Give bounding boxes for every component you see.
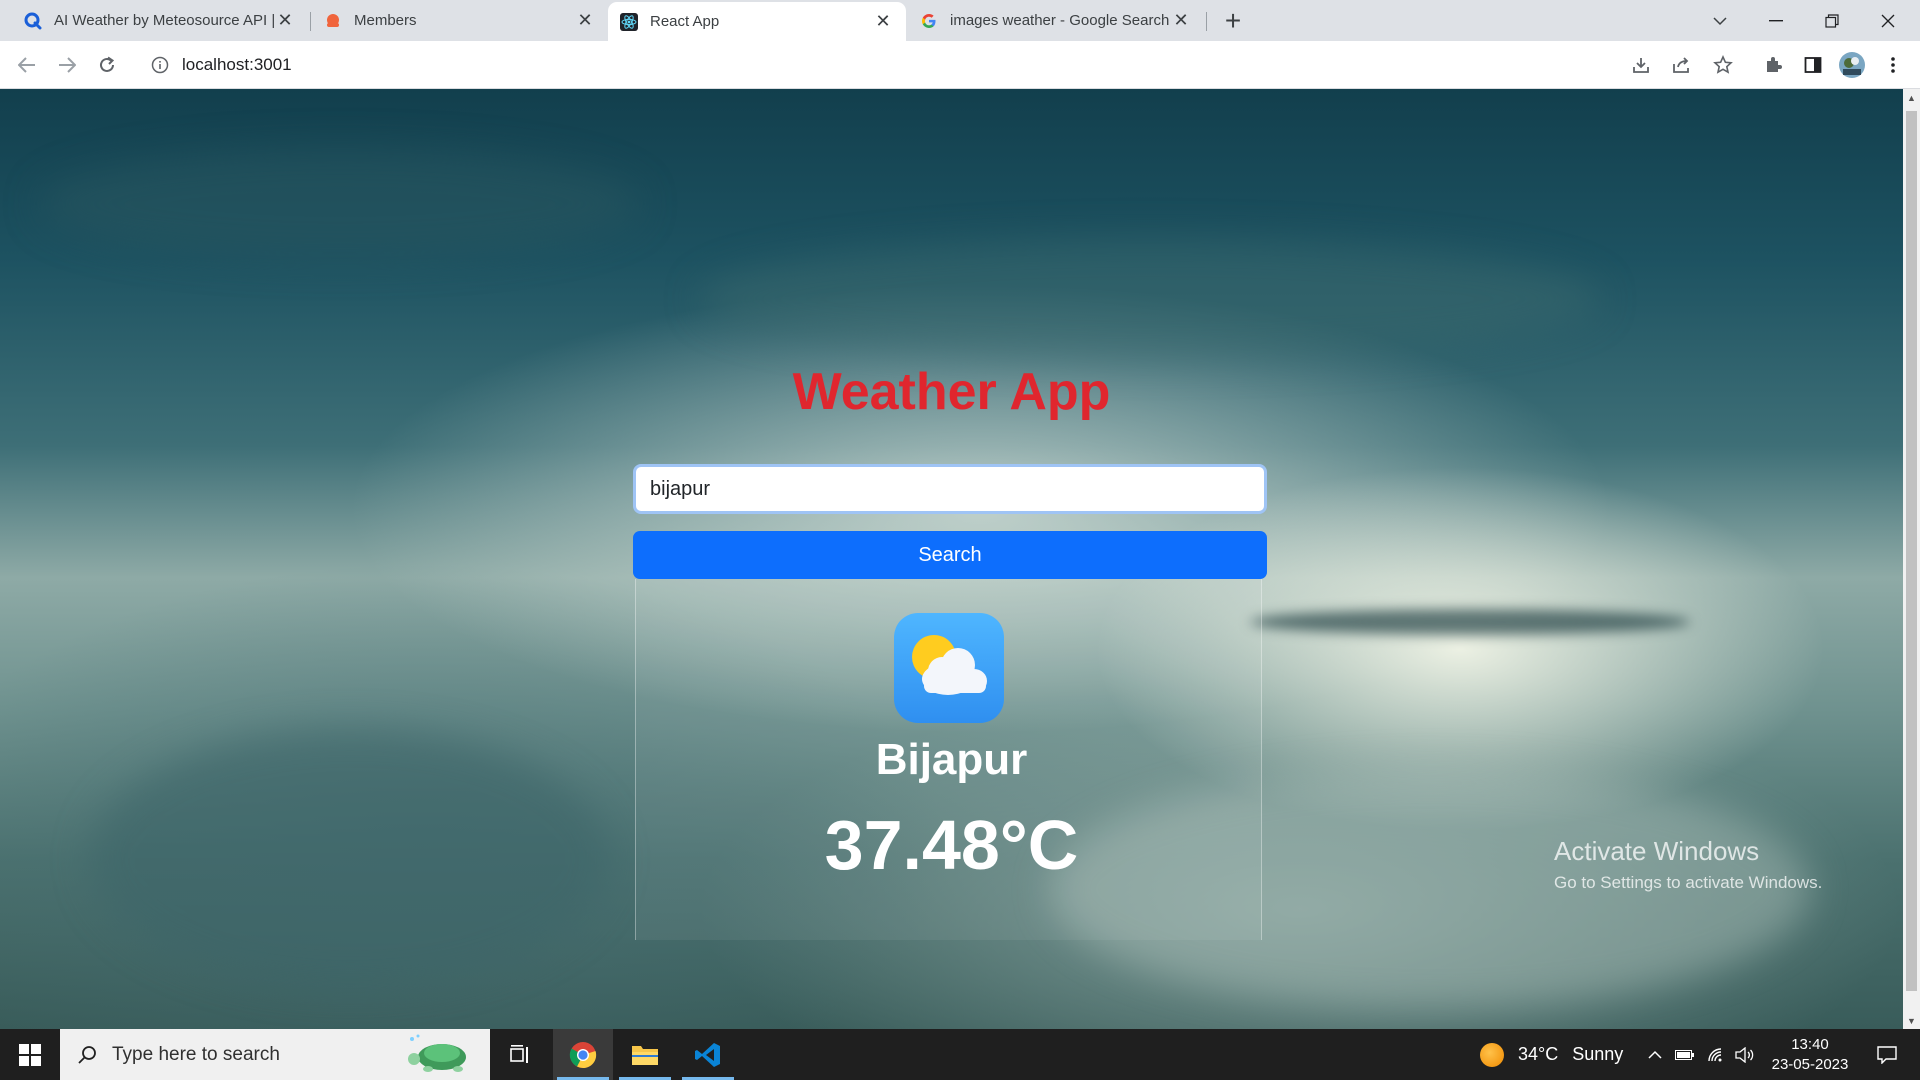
close-window-button[interactable]: [1860, 0, 1916, 41]
new-tab-button[interactable]: +: [1218, 5, 1248, 36]
weather-temp: 34°C: [1518, 1044, 1559, 1064]
sun-behind-cloud-icon: [894, 613, 1004, 723]
notifications-icon[interactable]: [1862, 1029, 1912, 1080]
tab-meteosource[interactable]: AI Weather by Meteosource API | ✕: [12, 0, 308, 41]
tab-title: AI Weather by Meteosource API |: [54, 12, 274, 29]
minimize-button[interactable]: [1748, 0, 1804, 41]
search-button[interactable]: Search: [633, 531, 1267, 579]
close-icon[interactable]: ✕: [274, 10, 296, 32]
tab-search-chevron-icon[interactable]: [1692, 0, 1748, 41]
volume-icon[interactable]: [1732, 1029, 1758, 1080]
battery-icon[interactable]: [1672, 1029, 1698, 1080]
background-cloud: [700, 239, 1600, 359]
task-view-icon[interactable]: [490, 1029, 550, 1080]
browser-toolbar: localhost:3001: [0, 41, 1920, 89]
close-icon[interactable]: ✕: [872, 11, 894, 33]
back-icon[interactable]: [12, 50, 42, 80]
url-text: localhost:3001: [182, 55, 292, 74]
taskbar-weather-widget[interactable]: 34°C Sunny: [1480, 1029, 1623, 1080]
address-bar[interactable]: localhost:3001: [140, 46, 1600, 84]
weather-condition: Sunny: [1572, 1044, 1624, 1064]
meteosource-q-icon: [24, 12, 42, 30]
tab-title: React App: [650, 13, 720, 30]
extensions-puzzle-icon[interactable]: [1760, 52, 1786, 78]
close-icon[interactable]: ✕: [574, 10, 596, 32]
watermark-title: Activate Windows: [1554, 836, 1760, 866]
tab-separator: [1206, 12, 1207, 31]
sun-icon: [1480, 1042, 1504, 1067]
members-orange-icon: [324, 12, 342, 30]
search-icon: [76, 1044, 98, 1066]
react-icon: [620, 12, 638, 31]
tab-google-search[interactable]: images weather - Google Search ✕: [908, 0, 1204, 41]
vscode-icon[interactable]: [678, 1029, 738, 1080]
watermark-subtitle: Go to Settings to activate Windows.: [1554, 873, 1823, 892]
turtle-highlight-icon: [398, 1033, 482, 1080]
taskbar-clock[interactable]: 13:40 23-05-2023: [1760, 1035, 1860, 1075]
page-scrollbar[interactable]: ▲ ▼: [1903, 89, 1920, 1029]
tab-strip: AI Weather by Meteosource API | ✕ Member…: [0, 0, 1920, 41]
activate-windows-watermark: Activate Windows Go to Settings to activ…: [1554, 836, 1822, 893]
city-search-input[interactable]: [633, 464, 1267, 514]
chrome-menu-icon[interactable]: [1880, 52, 1906, 78]
install-app-icon[interactable]: [1628, 52, 1654, 78]
city-name: Bijapur: [875, 735, 1028, 784]
clock-date: 23-05-2023: [1771, 1056, 1849, 1073]
site-info-icon[interactable]: [150, 55, 170, 75]
tab-members[interactable]: Members ✕: [312, 0, 608, 41]
tab-title: Members: [354, 12, 417, 29]
tab-separator: [310, 12, 311, 31]
forward-icon[interactable]: [52, 50, 82, 80]
background-cloud: [1250, 609, 1690, 635]
file-explorer-icon[interactable]: [615, 1029, 675, 1080]
scroll-up-icon[interactable]: ▲: [1903, 89, 1920, 106]
profile-avatar[interactable]: [1839, 52, 1865, 78]
app-title: Weather App: [792, 363, 1111, 421]
chrome-taskbar-icon[interactable]: [553, 1029, 613, 1080]
close-icon[interactable]: ✕: [1170, 10, 1192, 32]
show-hidden-icons-chevron-icon[interactable]: [1642, 1029, 1668, 1080]
clock-time: 13:40: [1791, 1036, 1829, 1053]
tab-react-app[interactable]: React App ✕: [608, 2, 906, 41]
background-cloud: [40, 149, 640, 259]
scroll-down-icon[interactable]: ▼: [1903, 1012, 1920, 1029]
scrollbar-thumb[interactable]: [1906, 111, 1917, 991]
restore-button[interactable]: [1804, 0, 1860, 41]
windows-start-icon[interactable]: [0, 1029, 60, 1080]
tab-title: images weather - Google Search: [950, 12, 1170, 29]
taskbar-search-placeholder: Type here to search: [112, 1043, 280, 1065]
windows-taskbar: Type here to search 34°C Sunny 13:40 23-…: [0, 1029, 1920, 1080]
side-panel-icon[interactable]: [1800, 52, 1826, 78]
google-g-icon: [920, 12, 938, 30]
wifi-icon[interactable]: [1704, 1029, 1730, 1080]
taskbar-search-box[interactable]: Type here to search: [60, 1029, 490, 1080]
reload-icon[interactable]: [92, 50, 122, 80]
share-icon[interactable]: [1668, 52, 1694, 78]
bookmark-star-icon[interactable]: [1710, 52, 1736, 78]
